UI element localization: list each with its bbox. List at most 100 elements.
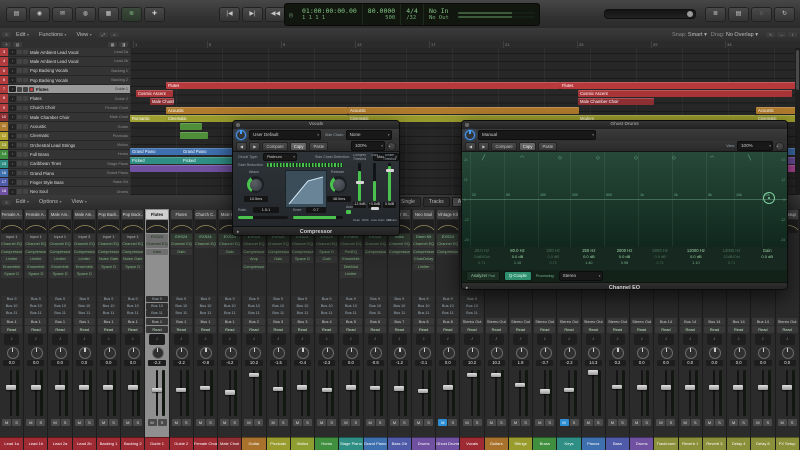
- solo-button[interactable]: S: [593, 419, 603, 426]
- close-icon[interactable]: [236, 123, 240, 127]
- library-icon[interactable]: ▤: [6, 6, 27, 22]
- fader-cap[interactable]: [6, 385, 17, 390]
- solo-button[interactable]: S: [278, 419, 288, 426]
- fader-cap[interactable]: [200, 385, 211, 391]
- output-slot[interactable]: Bus 1: [146, 318, 168, 325]
- loop-browser-icon[interactable]: ↻: [774, 6, 795, 22]
- volume-readout[interactable]: 0.0: [657, 360, 675, 366]
- volume-fader[interactable]: [315, 368, 338, 418]
- track-header[interactable]: 11 ♪ Acoustic Guitar: [0, 122, 130, 132]
- mute-button[interactable]: M: [147, 419, 157, 426]
- volume-readout[interactable]: -0.8: [196, 360, 215, 366]
- input-slot[interactable]: Input 1: [25, 234, 47, 241]
- volume-readout[interactable]: 14.3: [584, 360, 602, 366]
- track-header[interactable]: 7 ♪ Flutes Guide 1: [0, 85, 130, 95]
- volume-readout[interactable]: -0.8: [366, 360, 384, 366]
- send-slot[interactable]: Bus 10: [267, 303, 289, 310]
- mute-button[interactable]: M: [26, 419, 36, 426]
- fader-cap[interactable]: [660, 385, 671, 390]
- track-sort-icon[interactable]: ▦: [108, 42, 117, 47]
- output-slot[interactable]: Bus 3: [291, 318, 314, 325]
- output-slot[interactable]: Bus 1: [219, 318, 241, 325]
- solo-button[interactable]: S: [763, 419, 773, 426]
- volume-readout[interactable]: 0.0: [27, 360, 45, 366]
- automation-mode-slot[interactable]: Read: [146, 326, 168, 333]
- input-slot[interactable]: Input 1: [49, 234, 71, 241]
- send-slot[interactable]: Bus 10: [1, 303, 23, 310]
- send-slot[interactable]: Bus 9: [194, 296, 217, 303]
- flex-icon[interactable]: ≈: [109, 32, 119, 37]
- volume-fader[interactable]: [776, 368, 799, 418]
- audio-fx-slot[interactable]: Channel EQ: [97, 241, 120, 248]
- audio-fx-slot[interactable]: DistMod: [340, 263, 362, 271]
- channel-strip[interactable]: Pop Back.. Input 1 Channel EQ Compressor Noi…: [121, 209, 146, 450]
- pan-knob[interactable]: [679, 346, 702, 360]
- solo-button[interactable]: [23, 68, 28, 73]
- solo-button[interactable]: [23, 114, 28, 120]
- volume-fader[interactable]: [218, 368, 241, 418]
- send-slot[interactable]: Bus 9: [412, 296, 435, 303]
- send-slot[interactable]: Bus 10: [316, 303, 338, 310]
- side-chain-dropdown[interactable]: None: [345, 130, 392, 140]
- send-slot[interactable]: Bus 10: [25, 303, 47, 310]
- smart-controls-icon[interactable]: ▦: [98, 6, 119, 22]
- send-slot[interactable]: Bus 11: [267, 310, 289, 317]
- volume-readout[interactable]: 0.0: [75, 360, 93, 366]
- channel-strip-name[interactable]: Vintage Kit: [437, 210, 459, 219]
- tools-icon[interactable]: ✚: [144, 6, 165, 22]
- snap-menu[interactable]: Snap: Smart ▾: [672, 32, 707, 38]
- mute-button[interactable]: [17, 114, 22, 120]
- attack-value[interactable]: 10.5ms: [244, 196, 268, 202]
- pan-knob[interactable]: [267, 346, 290, 360]
- audio-fx-slot[interactable]: Limiter: [73, 256, 95, 263]
- output-slot[interactable]: Bus 1: [73, 318, 95, 325]
- fader-cap[interactable]: [442, 385, 453, 390]
- copy-button[interactable]: Copy: [518, 141, 537, 151]
- volume-fader[interactable]: [557, 368, 580, 418]
- mute-button[interactable]: M: [317, 419, 327, 426]
- volume-fader[interactable]: [751, 368, 774, 418]
- arrange-menu-view[interactable]: View ▾: [76, 32, 91, 38]
- eq-thumbnail[interactable]: [97, 220, 120, 233]
- quick-help-icon[interactable]: ✉: [52, 6, 73, 22]
- solo-button[interactable]: [23, 180, 28, 185]
- audio-fx-slot[interactable]: Compression: [267, 248, 289, 256]
- fader-cap[interactable]: [297, 385, 308, 390]
- solo-button[interactable]: S: [302, 419, 312, 426]
- fader-cap[interactable]: [176, 387, 187, 393]
- plugin-power-button[interactable]: [465, 129, 475, 140]
- volume-readout[interactable]: -2.2: [148, 360, 166, 366]
- send-slot[interactable]: Bus 10: [364, 303, 386, 310]
- volume-readout[interactable]: 0.0: [705, 360, 724, 366]
- audio-fx-slot[interactable]: Channel EQ: [73, 241, 95, 248]
- channel-strip[interactable]: Church C.. EXS24 Channel EQ Bus 9 Bus 10 Bus …: [193, 209, 219, 450]
- pan-knob[interactable]: [170, 346, 193, 360]
- fader-value[interactable]: 0.5dB: [383, 202, 396, 208]
- pan-knob[interactable]: [606, 346, 629, 360]
- channel-strip[interactable]: Female A.. Input 1 Channel EQ Compressor Lim…: [0, 209, 25, 450]
- channel-strip-label[interactable]: Vocals: [460, 437, 484, 450]
- output-slot[interactable]: Bus 8: [437, 318, 459, 325]
- fader-cap[interactable]: [355, 181, 364, 184]
- pan-knob[interactable]: [242, 346, 265, 360]
- output-slot[interactable]: Bus 1: [49, 318, 71, 325]
- send-slot[interactable]: Bus 9: [243, 296, 265, 303]
- track-header[interactable]: 10 ♪ Male Chamber Choir Male Choir: [0, 113, 130, 123]
- automation-icon[interactable]: ⤢: [98, 32, 108, 37]
- processing-dropdown[interactable]: Stereo: [558, 271, 603, 281]
- send-slot[interactable]: Bus 11: [49, 310, 71, 317]
- disclosure-icon[interactable]: ▸: [237, 227, 239, 235]
- volume-fader[interactable]: [533, 368, 556, 418]
- band-q[interactable]: 0.98: [607, 260, 643, 266]
- solo-button[interactable]: [23, 105, 28, 111]
- channel-strip[interactable]: Grand Pi..EXS24Channel EQCompressionBus …: [363, 209, 388, 450]
- channel-strip-label[interactable]: Strings: [508, 437, 533, 450]
- channel-strip-label[interactable]: Female Choir: [193, 437, 218, 450]
- automation-mode-slot[interactable]: Read: [364, 326, 386, 333]
- volume-fader[interactable]: [485, 368, 508, 418]
- mute-button[interactable]: M: [268, 419, 278, 426]
- audio-fx-slot[interactable]: Channel EQ: [316, 241, 338, 248]
- mute-button[interactable]: M: [583, 419, 593, 426]
- output-slot[interactable]: Bus 14: [752, 318, 774, 325]
- send-slot[interactable]: Bus 10: [122, 303, 144, 310]
